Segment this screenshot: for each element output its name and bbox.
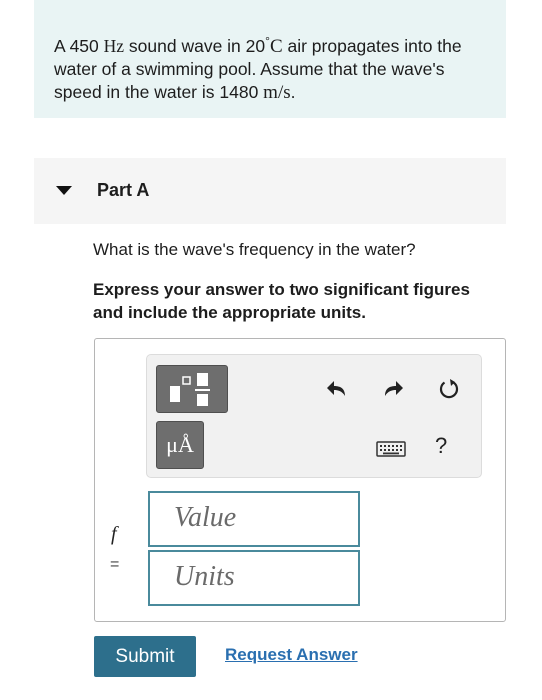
redo-icon	[385, 381, 403, 396]
reset-button[interactable]	[433, 373, 465, 405]
reset-icon	[439, 379, 459, 399]
keyboard-icon	[376, 441, 406, 457]
keyboard-button[interactable]	[375, 433, 407, 465]
problem-statement: A 450 Hz sound wave in 20°C air propagat…	[34, 0, 506, 118]
units-button-label: μÅ	[166, 432, 194, 457]
unit-ms: m/s	[263, 81, 291, 103]
request-answer-link[interactable]: Request Answer	[225, 645, 358, 665]
value-input[interactable]: Value	[148, 491, 360, 547]
problem-text-1: A 450	[54, 35, 104, 56]
part-a-header[interactable]: Part A	[34, 158, 506, 224]
undo-button[interactable]	[321, 373, 353, 405]
instruction-text: Express your answer to two significant f…	[93, 280, 470, 322]
question-text: What is the wave's frequency in the wate…	[93, 240, 416, 259]
math-toolbar: μÅ ?	[146, 354, 482, 478]
variable-label: f	[111, 523, 117, 545]
problem-text-4: .	[290, 81, 296, 102]
templates-button[interactable]	[156, 365, 228, 413]
units-button[interactable]: μÅ	[156, 421, 204, 469]
collapse-triangle-icon[interactable]	[56, 186, 72, 195]
redo-button[interactable]	[377, 373, 409, 405]
equals-sign: =	[110, 556, 120, 573]
undo-icon	[327, 381, 345, 396]
help-button[interactable]: ?	[435, 433, 447, 459]
submit-button[interactable]: Submit	[94, 636, 196, 677]
unit-celsius: C	[269, 35, 283, 57]
templates-icon	[170, 373, 210, 406]
units-input[interactable]: Units	[148, 550, 360, 606]
unit-hz: Hz	[103, 35, 125, 56]
problem-text-2: sound wave in 20	[124, 35, 266, 56]
part-title: Part A	[97, 180, 150, 200]
